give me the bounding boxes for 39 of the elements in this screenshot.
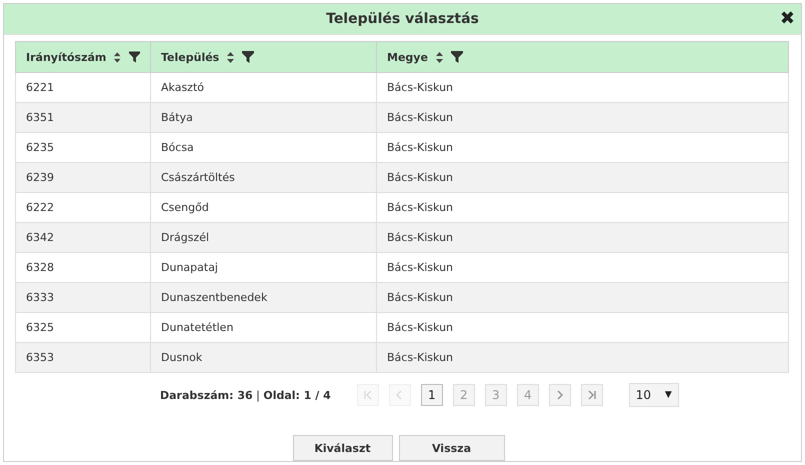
table-cell: Bács-Kiskun <box>376 162 788 192</box>
table-cell: 6239 <box>16 162 150 192</box>
caret-icon: ▼ <box>664 390 672 400</box>
column-header[interactable]: Irányítószám <box>16 42 150 72</box>
page-button[interactable]: 1 <box>420 384 443 406</box>
column-label: Megye <box>387 50 428 64</box>
column-label: Település <box>161 50 220 64</box>
table-cell: 6353 <box>16 342 150 372</box>
window-title: Település választás <box>326 11 479 27</box>
table-cell: Dusnok <box>150 342 376 372</box>
table-cell: Bács-Kiskun <box>376 342 788 372</box>
last-page-button[interactable] <box>580 384 603 406</box>
column-header[interactable]: Település <box>150 42 376 72</box>
table-cell: 6333 <box>16 282 150 312</box>
close-button[interactable]: ✖ <box>780 8 795 30</box>
sort-icon[interactable] <box>436 52 443 62</box>
filter-icon[interactable] <box>450 51 463 63</box>
bar-chevron-icon <box>586 389 598 401</box>
column-label: Irányítószám <box>26 50 106 64</box>
table-cell: Bátya <box>150 102 376 132</box>
table-cell: Bács-Kiskun <box>376 102 788 132</box>
table-cell: Drágszél <box>150 222 376 252</box>
record-count: Darabszám: 36 | Oldal: 1 / 4 <box>160 388 331 402</box>
dialog-button[interactable]: Kiválaszt <box>292 435 392 461</box>
table-cell: 6351 <box>16 102 150 132</box>
next-page-button[interactable] <box>548 384 571 406</box>
table-cell: Bács-Kiskun <box>376 282 788 312</box>
table-cell: 6342 <box>16 222 150 252</box>
page-size-select[interactable]: 10 ▼ <box>628 383 679 407</box>
dialog-button[interactable]: Vissza <box>398 435 504 461</box>
table-cell: Dunaszentbenedek <box>150 282 376 312</box>
column-header[interactable]: Megye <box>376 42 788 72</box>
table-cell: Bács-Kiskun <box>376 222 788 252</box>
filter-icon[interactable] <box>128 51 140 63</box>
bar-chevron-icon <box>362 389 374 401</box>
filter-icon[interactable] <box>242 51 254 63</box>
sort-icon[interactable] <box>227 52 234 62</box>
sort-icon[interactable] <box>114 52 121 62</box>
table-cell: Császártöltés <box>150 162 376 192</box>
